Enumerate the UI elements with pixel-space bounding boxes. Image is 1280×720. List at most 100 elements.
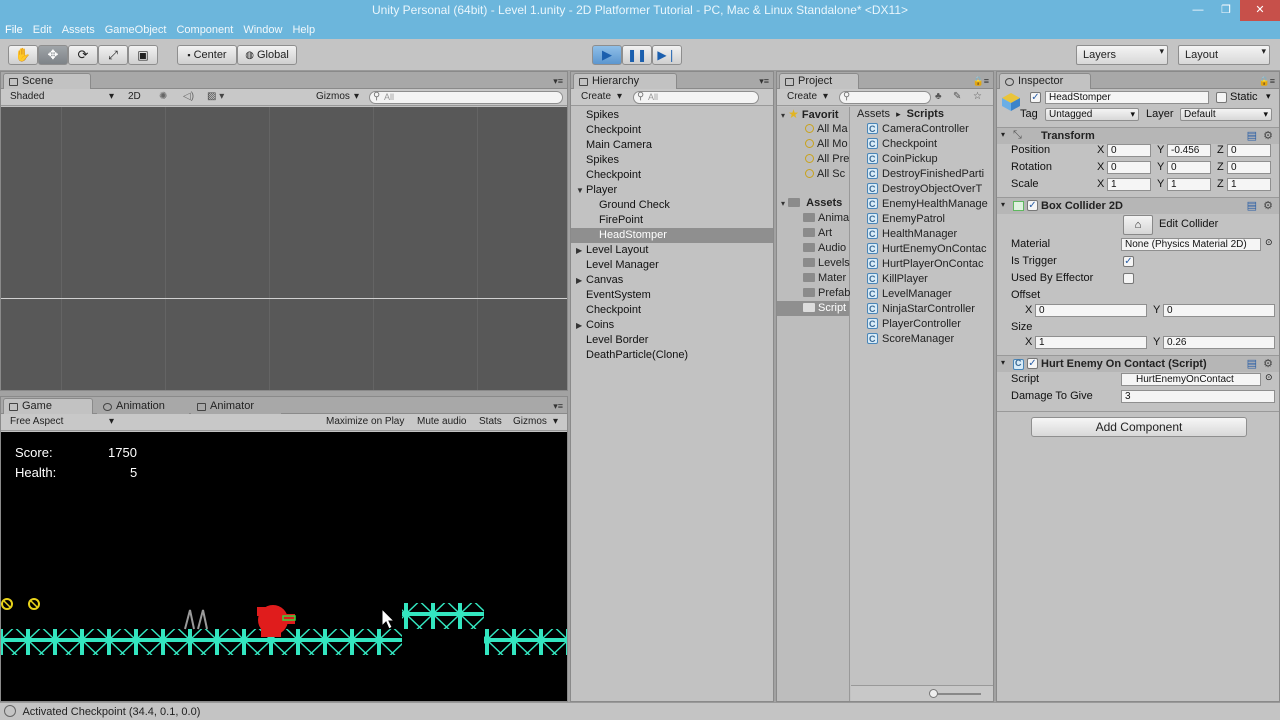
transform-header[interactable]: ▾ ⤡ Transform ▤ ⚙ — [997, 127, 1279, 144]
shading-dropdown[interactable]: Shaded — [10, 91, 44, 102]
scene-search-input[interactable]: All — [369, 91, 563, 104]
position-y-field[interactable]: -0.456 — [1167, 144, 1211, 157]
mute-audio-toggle[interactable]: Mute audio — [417, 416, 466, 427]
hierarchy-search-input[interactable]: All — [633, 91, 759, 104]
hierarchy-item[interactable]: FirePoint — [571, 213, 773, 228]
object-name-input[interactable]: HeadStomper — [1045, 91, 1209, 104]
script-item[interactable]: LevelManager — [867, 287, 993, 302]
tab-project[interactable]: Project — [779, 73, 859, 89]
folder-item[interactable]: Art — [777, 226, 849, 241]
hierarchy-item[interactable]: DeathParticle(Clone) — [571, 348, 773, 363]
hierarchy-item[interactable]: ▼ Player — [571, 183, 773, 198]
gear-icon[interactable]: ⚙ — [1263, 199, 1273, 212]
folder-item[interactable]: Audio — [777, 241, 849, 256]
hierarchy-item[interactable]: Checkpoint — [571, 303, 773, 318]
gizmos-dropdown[interactable]: Gizmos — [513, 416, 547, 427]
help-book-icon[interactable]: ▤ — [1247, 129, 1257, 142]
scale-z-field[interactable]: 1 — [1227, 178, 1271, 191]
box-collider-enabled-checkbox[interactable]: ✓ — [1027, 200, 1038, 211]
tab-inspector[interactable]: Inspector — [999, 73, 1091, 89]
tag-dropdown[interactable]: Untagged — [1045, 108, 1139, 121]
icon-size-slider-track[interactable] — [931, 693, 981, 695]
hurt-enemy-header[interactable]: ▾ ✓ Hurt Enemy On Contact (Script) ▤ ⚙ — [997, 355, 1279, 372]
tab-animation[interactable]: Animation — [97, 398, 189, 414]
folder-item[interactable]: Levels — [777, 256, 850, 271]
minimize-button[interactable]: — — [1184, 0, 1212, 21]
scale-y-field[interactable]: 1 — [1167, 178, 1211, 191]
used-by-effector-checkbox[interactable] — [1123, 273, 1134, 284]
gear-icon[interactable]: ⚙ — [1263, 129, 1273, 142]
offset-y-field[interactable]: 0 — [1163, 304, 1275, 317]
layer-dropdown[interactable]: Default — [1180, 108, 1272, 121]
static-checkbox[interactable] — [1216, 92, 1227, 103]
help-book-icon[interactable]: ▤ — [1247, 199, 1257, 212]
filter-label-icon[interactable]: ✎ — [953, 91, 961, 102]
rotation-z-field[interactable]: 0 — [1227, 161, 1271, 174]
script-item[interactable]: HurtPlayerOnContac — [867, 257, 993, 272]
script-field[interactable]: HurtEnemyOnContact — [1121, 373, 1261, 386]
rotation-y-field[interactable]: 0 — [1167, 161, 1211, 174]
lock-icon[interactable]: 🔒≡ — [1259, 76, 1275, 87]
chevron-right-icon[interactable]: ▶ — [576, 243, 582, 258]
move-tool-button[interactable]: ✥ — [38, 45, 68, 65]
favorites-header[interactable]: ▾ ★ Favorit — [777, 107, 849, 122]
script-item[interactable]: ScoreManager — [867, 332, 993, 347]
hierarchy-item[interactable]: Spikes — [571, 153, 773, 168]
panel-menu-icon[interactable]: ▾≡ — [553, 76, 563, 87]
script-item[interactable]: CoinPickup — [867, 152, 993, 167]
hurt-enemy-enabled-checkbox[interactable]: ✓ — [1027, 358, 1038, 369]
hierarchy-item[interactable]: ▶ Coins — [571, 318, 773, 333]
play-button[interactable]: ▶ — [592, 45, 622, 65]
script-item[interactable]: NinjaStarController — [867, 302, 993, 317]
scale-tool-button[interactable]: ⤢ — [98, 45, 128, 65]
is-trigger-checkbox[interactable]: ✓ — [1123, 256, 1134, 267]
menu-window[interactable]: Window — [238, 21, 287, 39]
folder-item-selected[interactable]: Script — [777, 301, 849, 316]
rotation-x-field[interactable]: 0 — [1107, 161, 1151, 174]
hierarchy-item[interactable]: ▶ Level Layout — [571, 243, 773, 258]
script-item[interactable]: HealthManager — [867, 227, 993, 242]
menu-help[interactable]: Help — [287, 21, 320, 39]
rotate-tool-button[interactable]: ⟳ — [68, 45, 98, 65]
favorite-item[interactable]: All Sc — [777, 167, 849, 182]
gizmos-dropdown[interactable]: Gizmos — [316, 91, 350, 102]
layers-dropdown[interactable]: Layers — [1076, 45, 1168, 65]
hierarchy-create-button[interactable]: Create — [581, 91, 611, 102]
close-button[interactable]: ✕ — [1240, 0, 1280, 21]
position-x-field[interactable]: 0 — [1107, 144, 1151, 157]
2d-toggle[interactable]: 2D — [128, 91, 141, 102]
rect-tool-button[interactable]: ▣ — [128, 45, 158, 65]
tab-animator[interactable]: Animator — [191, 398, 281, 414]
favorite-item[interactable]: All Mo — [777, 137, 849, 152]
pause-button[interactable]: ❚❚ — [622, 45, 652, 65]
script-item[interactable]: Checkpoint — [867, 137, 993, 152]
script-item[interactable]: DestroyFinishedParti — [867, 167, 993, 182]
chevron-right-icon[interactable]: ▶ — [576, 318, 582, 333]
maximize-on-play-toggle[interactable]: Maximize on Play — [326, 416, 404, 427]
menu-edit[interactable]: Edit — [28, 21, 57, 39]
status-message[interactable]: Activated Checkpoint (34.4, 0.1, 0.0) — [22, 706, 200, 718]
hierarchy-item[interactable]: Main Camera — [571, 138, 773, 153]
hierarchy-item[interactable]: Ground Check — [571, 198, 773, 213]
audio-icon[interactable]: ◁) — [183, 91, 194, 102]
lighting-icon[interactable]: ✺ — [159, 91, 167, 102]
icon-size-slider-handle[interactable] — [929, 689, 938, 698]
box-collider-header[interactable]: ▾ ✓ Box Collider 2D ▤ ⚙ — [997, 197, 1279, 214]
help-book-icon[interactable]: ▤ — [1247, 357, 1257, 370]
project-search-input[interactable] — [839, 91, 931, 104]
hierarchy-item[interactable]: Level Border — [571, 333, 773, 348]
tab-game[interactable]: Game — [3, 398, 93, 414]
tab-scene[interactable]: Scene — [3, 73, 91, 89]
hierarchy-item[interactable]: Level Manager — [571, 258, 773, 273]
object-picker-icon[interactable]: ⊙ — [1265, 372, 1273, 383]
script-item[interactable]: HurtEnemyOnContac — [867, 242, 993, 257]
damage-field[interactable]: 3 — [1121, 390, 1275, 403]
hierarchy-item[interactable]: Checkpoint — [571, 123, 773, 138]
gear-icon[interactable]: ⚙ — [1263, 357, 1273, 370]
menu-component[interactable]: Component — [171, 21, 238, 39]
maximize-button[interactable]: ❐ — [1212, 0, 1240, 21]
game-viewport[interactable]: Score: 1750 Health: 5 — [1, 432, 567, 701]
folder-item[interactable]: Anima — [777, 211, 849, 226]
material-field[interactable]: None (Physics Material 2D) — [1121, 238, 1261, 251]
scale-x-field[interactable]: 1 — [1107, 178, 1151, 191]
